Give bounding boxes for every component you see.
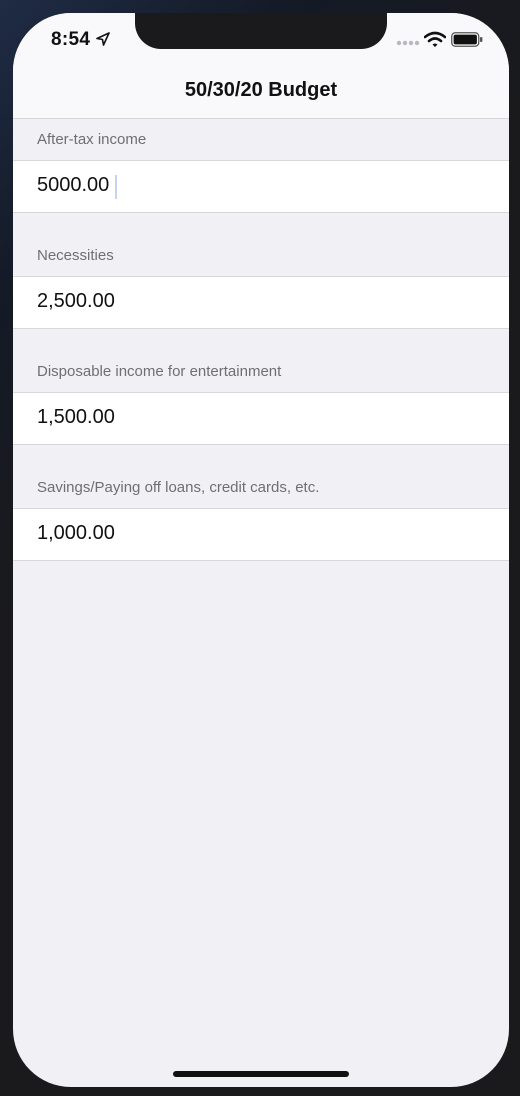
entertainment-value: 1,500.00 <box>37 406 115 428</box>
notch <box>135 13 387 49</box>
wifi-icon <box>424 31 446 47</box>
section-header-after-tax-income: After-tax income <box>37 131 147 148</box>
status-time: 8:54 <box>51 29 91 50</box>
savings-value: 1,000.00 <box>37 522 115 544</box>
section-header-savings: Savings/Paying off loans, credit cards, … <box>37 479 320 496</box>
home-indicator[interactable] <box>173 1071 349 1077</box>
location-arrow-icon <box>96 32 110 46</box>
entertainment-row: 1,500.00 <box>13 392 509 445</box>
after-tax-income-input[interactable] <box>37 174 477 197</box>
page-title: 50/30/20 Budget <box>184 79 338 101</box>
savings-row: 1,000.00 <box>13 508 509 561</box>
section-header-entertainment: Disposable income for entertainment <box>37 363 282 380</box>
necessities-row: 2,500.00 <box>13 276 509 329</box>
text-cursor <box>115 175 117 199</box>
budget-form: After-tax income Necessities 2,500.00 Di… <box>13 119 509 561</box>
necessities-value: 2,500.00 <box>37 290 115 312</box>
battery-icon <box>451 32 483 47</box>
section-header-necessities: Necessities <box>37 247 114 264</box>
device-frame: 8:54 50/30/20 Budget After-tax income 50… <box>0 0 520 1096</box>
screen: 8:54 50/30/20 Budget After-tax income 50… <box>13 13 509 1087</box>
signal-dots-icon <box>396 40 420 46</box>
after-tax-income-row[interactable] <box>13 160 509 213</box>
